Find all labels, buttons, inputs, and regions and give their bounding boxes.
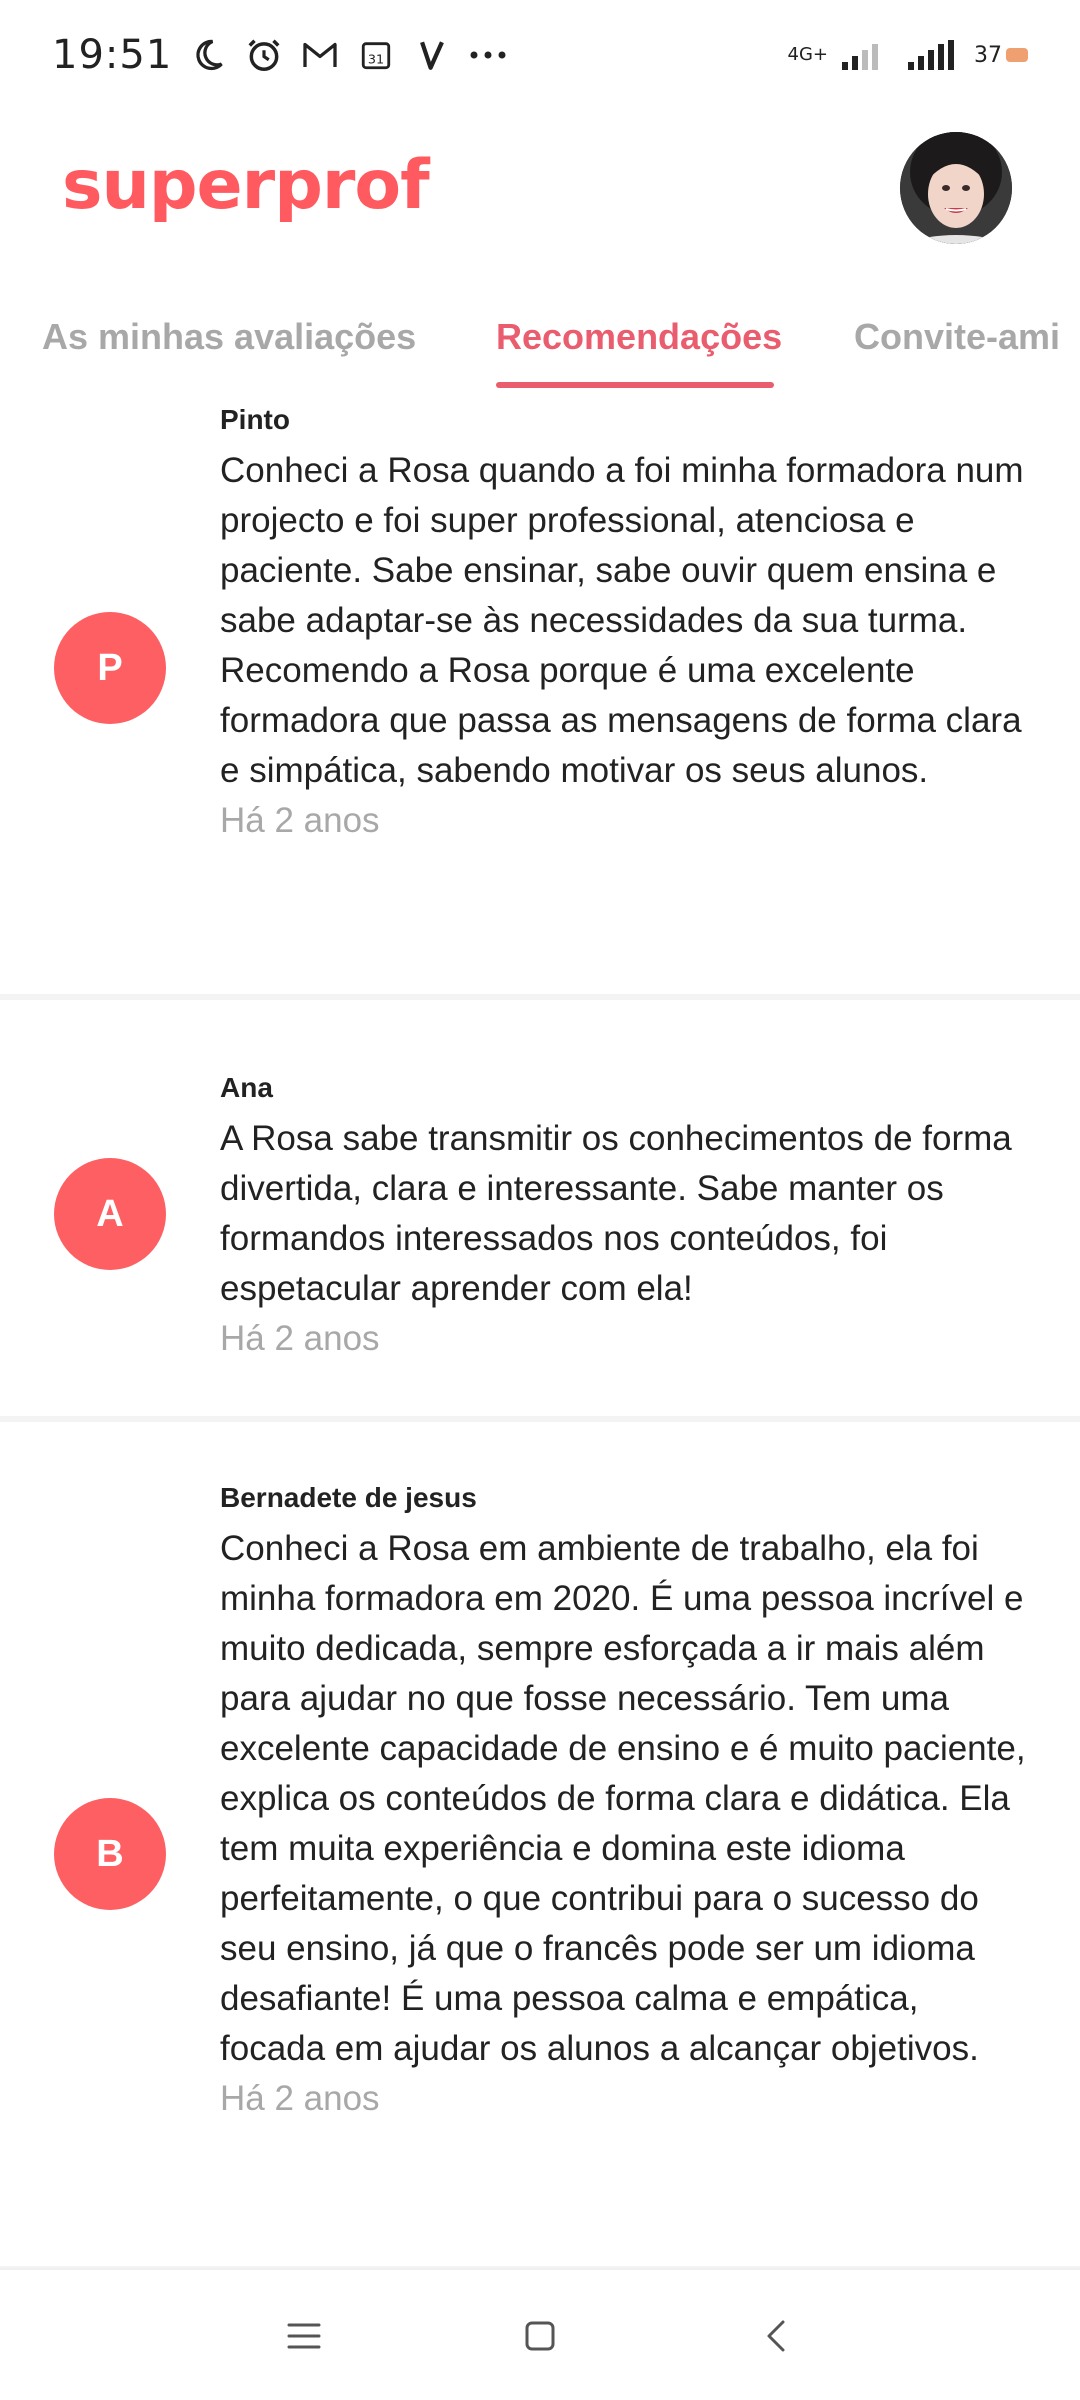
reviewer-initial-avatar: B <box>54 1798 166 1910</box>
app-screen: 19:51 31 4G+ 37 superprof As minhas aval… <box>0 0 1080 2400</box>
system-nav-bar <box>0 2268 1080 2400</box>
status-time: 19:51 <box>52 32 173 78</box>
status-bar: 19:51 31 4G+ 37 <box>0 0 1080 110</box>
tab-bar: As minhas avaliações Recomendações Convi… <box>0 290 1080 390</box>
reviewer-initial-avatar: A <box>54 1158 166 1270</box>
battery-level: 37 <box>974 42 1002 68</box>
tab-recommendations[interactable]: Recomendações <box>496 316 782 358</box>
v-app-icon <box>412 35 452 75</box>
status-right: 4G+ 37 <box>788 35 1028 75</box>
battery-icon <box>1006 48 1028 62</box>
gmail-icon <box>300 35 340 75</box>
battery-indicator: 37 <box>974 43 1028 68</box>
superprof-logo[interactable]: superprof <box>62 146 430 225</box>
recommendation-item: P Pinto Conheci a Rosa quando a foi minh… <box>0 400 1080 1000</box>
reviewer-name: Pinto <box>220 404 290 435</box>
status-left: 19:51 31 <box>52 32 508 78</box>
active-tab-indicator <box>496 382 774 388</box>
recommendation-time: Há 2 anos <box>220 801 380 840</box>
recommendation-body: Pinto Conheci a Rosa quando a foi minha … <box>220 404 1030 846</box>
recommendation-text: Conheci a Rosa quando a foi minha formad… <box>220 451 1024 790</box>
recommendation-text: Conheci a Rosa em ambiente de trabalho, … <box>220 1529 1026 2068</box>
recommendation-item: B Bernadete de jesus Conheci a Rosa em a… <box>0 1428 1080 2272</box>
alarm-icon <box>244 35 284 75</box>
recommendation-text: A Rosa sabe transmitir os conhecimentos … <box>220 1119 1012 1308</box>
recommendation-time: Há 2 anos <box>220 1319 380 1358</box>
menu-icon[interactable] <box>272 2304 336 2368</box>
more-dots-icon <box>468 35 508 75</box>
user-avatar[interactable] <box>900 132 1012 244</box>
app-header: superprof <box>0 110 1080 270</box>
reviewer-name: Ana <box>220 1072 273 1103</box>
back-chevron-icon[interactable] <box>744 2304 808 2368</box>
recommendation-item: A Ana A Rosa sabe transmitir os conhecim… <box>0 1006 1080 1422</box>
recommendation-body: Bernadete de jesus Conheci a Rosa em amb… <box>220 1482 1030 2124</box>
calendar-icon: 31 <box>356 35 396 75</box>
tab-my-reviews[interactable]: As minhas avaliações <box>42 316 416 358</box>
signal-icon-2 <box>906 35 956 75</box>
recommendation-time: Há 2 anos <box>220 2079 380 2118</box>
network-type: 4G+ <box>787 44 828 65</box>
moon-icon <box>188 35 228 75</box>
recommendation-body: Ana A Rosa sabe transmitir os conhecimen… <box>220 1072 1030 1364</box>
tab-invite-friends[interactable]: Convite-ami <box>854 316 1060 358</box>
signal-icon <box>840 35 888 75</box>
reviewer-initial-avatar: P <box>54 612 166 724</box>
home-square-icon[interactable] <box>508 2304 572 2368</box>
svg-text:31: 31 <box>368 53 384 68</box>
reviewer-name: Bernadete de jesus <box>220 1482 477 1513</box>
